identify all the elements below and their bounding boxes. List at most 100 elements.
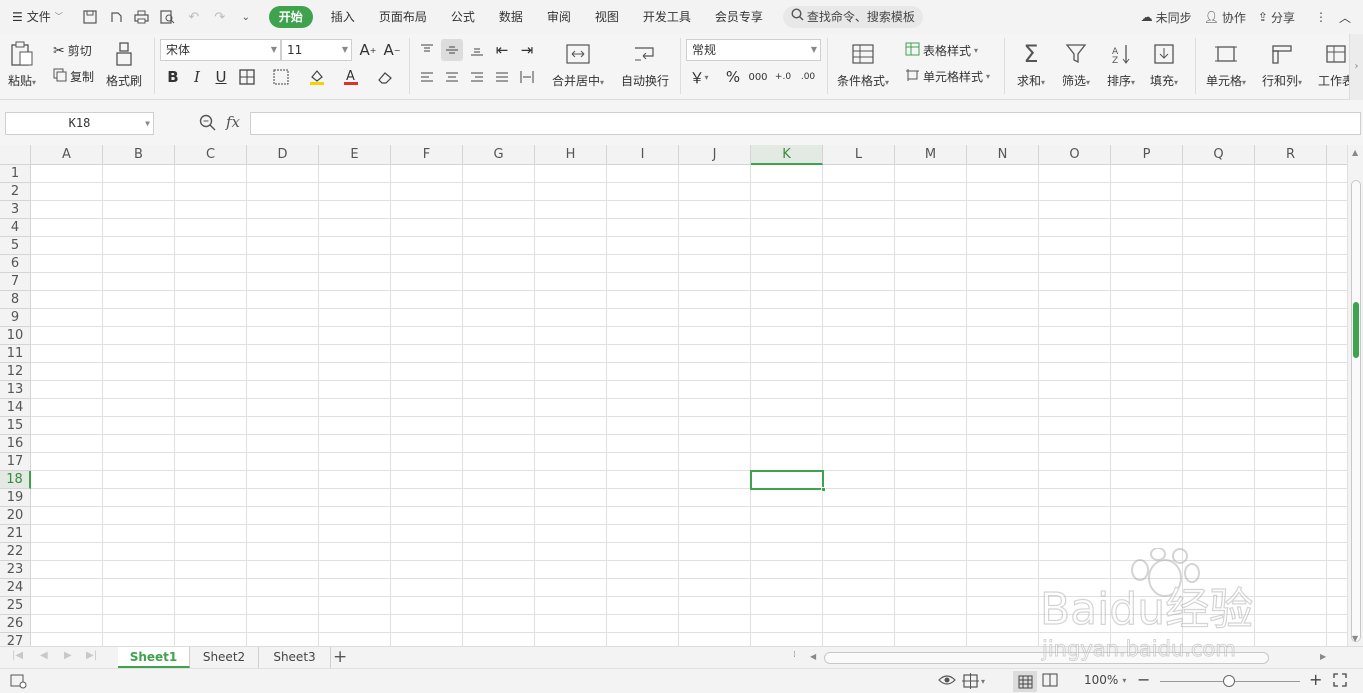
fill-handle[interactable] (821, 487, 826, 492)
tab-member[interactable]: 会员专享 (703, 0, 775, 34)
filter-button[interactable]: 筛选▾ (1062, 40, 1090, 89)
column-header-c[interactable]: C (175, 145, 247, 165)
column-header-a[interactable]: A (31, 145, 103, 165)
row-header-6[interactable]: 6 (0, 255, 31, 273)
eraser-icon[interactable] (374, 66, 396, 88)
copy-button[interactable]: 复制 (53, 68, 94, 85)
cell-style-button[interactable]: 单元格样式 ▾ (905, 68, 990, 85)
row-header-4[interactable]: 4 (0, 219, 31, 237)
row-header-24[interactable]: 24 (0, 579, 31, 597)
tab-data[interactable]: 数据 (487, 0, 535, 34)
command-search[interactable]: 查找命令、搜索模板 (782, 6, 923, 28)
font-color-icon[interactable]: A (340, 66, 362, 88)
paste-button[interactable]: 粘贴▾ (8, 40, 36, 89)
tab-insert[interactable]: 插入 (319, 0, 367, 34)
italic-icon[interactable]: I (186, 66, 208, 88)
column-header-m[interactable]: M (895, 145, 967, 165)
row-col-button[interactable]: 行和列▾ (1262, 40, 1302, 89)
row-header-2[interactable]: 2 (0, 183, 31, 201)
horizontal-scrollbar[interactable]: ◀ ▶ (808, 651, 1338, 665)
sheet-tab-sheet1[interactable]: Sheet1 (118, 647, 190, 668)
decrease-decimal-icon[interactable]: .00 (797, 66, 819, 88)
tab-page-layout[interactable]: 页面布局 (367, 0, 439, 34)
align-top-icon[interactable] (416, 39, 438, 61)
align-right-icon[interactable] (466, 66, 488, 88)
row-header-16[interactable]: 16 (0, 435, 31, 453)
column-header-r[interactable]: R (1255, 145, 1327, 165)
bold-icon[interactable]: B (162, 66, 184, 88)
row-header-7[interactable]: 7 (0, 273, 31, 291)
row-header-10[interactable]: 10 (0, 327, 31, 345)
scroll-up-icon[interactable]: ▲ (1352, 148, 1358, 157)
row-header-3[interactable]: 3 (0, 201, 31, 219)
scroll-down-icon[interactable]: ▼ (1352, 634, 1358, 643)
zoom-search-icon[interactable] (199, 114, 216, 134)
border-icon[interactable] (236, 66, 258, 88)
column-header-l[interactable]: L (823, 145, 895, 165)
macro-record-icon[interactable] (10, 673, 27, 689)
print-icon[interactable] (131, 6, 153, 28)
row-header-11[interactable]: 11 (0, 345, 31, 363)
merge-center-button[interactable]: 合并居中▾ (552, 40, 604, 89)
cell-fill-pattern-icon[interactable] (270, 66, 292, 88)
scroll-left-icon[interactable]: ◀ (810, 652, 816, 661)
align-center-icon[interactable] (441, 66, 463, 88)
row-header-5[interactable]: 5 (0, 237, 31, 255)
eye-protection-icon[interactable] (938, 673, 956, 687)
row-header-18[interactable]: 18 (0, 471, 31, 489)
collab-button[interactable]: 👤︎ 协作 (1198, 9, 1252, 26)
zoom-slider-knob[interactable] (1223, 675, 1235, 687)
row-header-20[interactable]: 20 (0, 507, 31, 525)
share-button[interactable]: ⇪ 分享 (1252, 9, 1301, 26)
column-header-p[interactable]: P (1111, 145, 1183, 165)
format-painter-button[interactable]: 格式刷 (106, 40, 142, 89)
zoom-in-icon[interactable]: + (1309, 670, 1322, 689)
thousands-separator-icon[interactable]: 000 (747, 66, 769, 88)
column-header-b[interactable]: B (103, 145, 175, 165)
fullscreen-icon[interactable] (1333, 673, 1347, 687)
cell-button[interactable]: 单元格▾ (1206, 40, 1246, 89)
print-preview-icon[interactable] (157, 6, 179, 28)
decrease-indent-icon[interactable]: ⇤ (491, 39, 513, 61)
column-header-k[interactable]: K (751, 145, 823, 165)
add-sheet-icon[interactable]: + (333, 647, 347, 668)
tab-split-handle[interactable]: ⁞ (793, 650, 796, 660)
row-header-14[interactable]: 14 (0, 399, 31, 417)
cell-area[interactable] (31, 165, 1347, 646)
align-middle-icon[interactable] (441, 39, 463, 61)
percent-icon[interactable]: % (722, 66, 744, 88)
decrease-font-icon[interactable]: A − (381, 39, 403, 61)
cut-button[interactable]: ✂ 剪切 (53, 42, 92, 59)
column-header-n[interactable]: N (967, 145, 1039, 165)
last-sheet-icon[interactable]: ▶| (86, 650, 97, 661)
currency-icon[interactable]: ￥ ▾ (688, 66, 710, 88)
vertical-scrollbar[interactable]: ▲ ▼ (1347, 145, 1363, 646)
page-break-view-icon[interactable] (1042, 673, 1058, 687)
row-header-23[interactable]: 23 (0, 561, 31, 579)
zoom-level-select[interactable]: 100% ▾ (1084, 673, 1126, 687)
sort-button[interactable]: AZ 排序▾ (1107, 40, 1135, 89)
insert-function-icon[interactable]: fx (226, 113, 240, 131)
increase-indent-icon[interactable]: ⇥ (516, 39, 538, 61)
number-format-select[interactable]: 常规 ▼ (686, 39, 821, 61)
sheet-tab-sheet3[interactable]: Sheet3 (259, 647, 331, 668)
tab-view[interactable]: 视图 (583, 0, 631, 34)
row-header-25[interactable]: 25 (0, 597, 31, 615)
normal-view-icon[interactable] (1013, 671, 1037, 692)
row-header-27[interactable]: 27 (0, 633, 31, 646)
column-header-f[interactable]: F (391, 145, 463, 165)
formula-input[interactable] (250, 112, 1361, 135)
column-header-e[interactable]: E (319, 145, 391, 165)
table-style-button[interactable]: 表格样式 ▾ (905, 42, 978, 59)
layout-mode-icon[interactable]: ▾ (962, 673, 985, 689)
vertical-scroll-thumb[interactable] (1351, 180, 1361, 642)
tab-review[interactable]: 审阅 (535, 0, 583, 34)
row-header-1[interactable]: 1 (0, 165, 31, 183)
column-header-d[interactable]: D (247, 145, 319, 165)
row-header-15[interactable]: 15 (0, 417, 31, 435)
row-header-22[interactable]: 22 (0, 543, 31, 561)
tab-formulas[interactable]: 公式 (439, 0, 487, 34)
scroll-right-icon[interactable]: ▶ (1320, 652, 1326, 661)
row-header-13[interactable]: 13 (0, 381, 31, 399)
export-icon[interactable] (105, 6, 127, 28)
